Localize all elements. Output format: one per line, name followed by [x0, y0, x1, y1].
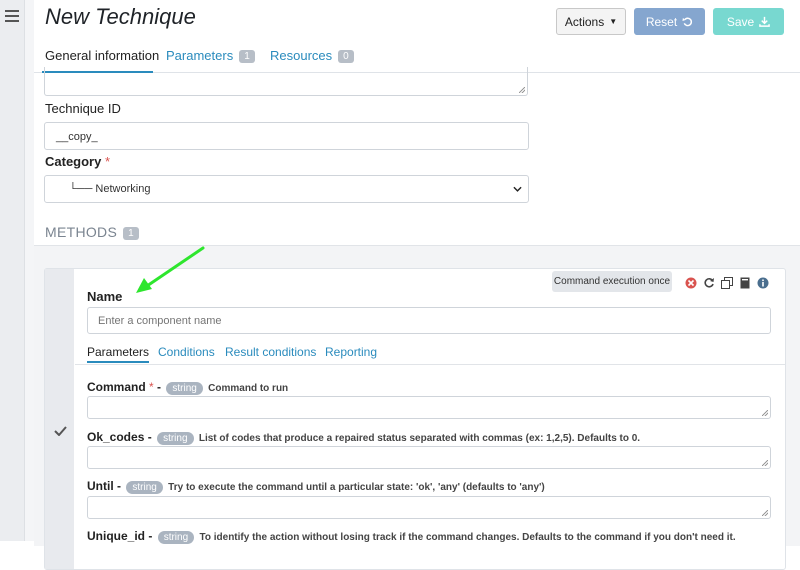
- methods-count-badge: 1: [123, 227, 139, 240]
- type-badge: string: [157, 432, 194, 445]
- download-icon: [759, 16, 770, 27]
- method-tab-result-conditions[interactable]: Result conditions: [225, 345, 316, 359]
- method-tab-conditions[interactable]: Conditions: [158, 345, 215, 359]
- resize-handle-icon[interactable]: [762, 460, 768, 466]
- param-ok-codes-textarea[interactable]: [87, 446, 771, 469]
- param-command-textarea[interactable]: [87, 396, 771, 419]
- param-command-label: Command * - string Command to run: [87, 380, 289, 395]
- param-until-textarea[interactable]: [87, 496, 771, 519]
- method-tab-reporting[interactable]: Reporting: [325, 345, 377, 359]
- resize-handle-icon[interactable]: [762, 410, 768, 416]
- technique-id-input[interactable]: __copy_: [44, 122, 529, 150]
- category-label: Category *: [45, 154, 111, 169]
- parameters-count-badge: 1: [239, 50, 255, 63]
- resources-count-badge: 0: [338, 50, 354, 63]
- tab-divider: [75, 364, 785, 365]
- methods-heading: METHODS 1: [45, 224, 139, 240]
- description-textarea[interactable]: [44, 67, 528, 96]
- category-select[interactable]: └── Networking: [44, 175, 529, 203]
- reset-button[interactable]: Reset: [634, 8, 705, 35]
- info-icon[interactable]: [757, 277, 769, 289]
- technique-id-label: Technique ID: [45, 101, 121, 116]
- method-card[interactable]: Command execution once Name Parameters C…: [44, 268, 786, 570]
- type-badge: string: [166, 382, 203, 395]
- method-type-tooltip: Command execution once: [552, 271, 672, 292]
- left-sidebar: [0, 0, 25, 541]
- param-unique-id-label: Unique_id - string To identify the actio…: [87, 529, 736, 544]
- required-marker: *: [104, 154, 111, 169]
- param-until-label: Until - string Try to execute the comman…: [87, 479, 545, 494]
- page-title: New Technique: [45, 4, 196, 29]
- chevron-down-icon: [513, 186, 522, 192]
- param-ok-codes-label: Ok_codes - string List of codes that pro…: [87, 430, 641, 445]
- method-card-handle[interactable]: [45, 269, 74, 569]
- method-tab-parameters[interactable]: Parameters: [87, 345, 149, 359]
- actions-button[interactable]: Actions ▼: [556, 8, 626, 35]
- annotation-arrow-icon: [136, 246, 205, 293]
- undo-icon: [682, 17, 693, 27]
- method-active-tab-indicator: [87, 361, 149, 363]
- methods-section-header: METHODS 1: [34, 217, 800, 246]
- type-badge: string: [126, 481, 163, 494]
- menu-icon[interactable]: [5, 10, 19, 25]
- save-button[interactable]: Save: [713, 8, 784, 35]
- caret-down-icon: ▼: [609, 17, 618, 26]
- type-badge: string: [157, 531, 195, 544]
- tab-parameters[interactable]: Parameters 1: [166, 48, 255, 63]
- tab-resources[interactable]: Resources 0: [270, 48, 354, 63]
- remove-icon[interactable]: [685, 277, 697, 289]
- resize-handle-icon[interactable]: [762, 510, 768, 516]
- name-label: Name: [87, 289, 123, 304]
- reset-method-icon[interactable]: [703, 277, 715, 289]
- tab-general-information[interactable]: General information: [45, 48, 159, 63]
- general-information-form: Technique ID __copy_ Category * └── Netw…: [34, 67, 800, 570]
- check-icon: [54, 426, 67, 436]
- header: New Technique Actions ▼ Reset Save Gener…: [34, 0, 800, 73]
- resize-handle-icon[interactable]: [519, 87, 525, 93]
- book-icon[interactable]: [739, 277, 751, 289]
- clone-icon[interactable]: [721, 277, 733, 289]
- sidebar-gutter: [25, 0, 34, 541]
- component-name-input[interactable]: [87, 307, 771, 334]
